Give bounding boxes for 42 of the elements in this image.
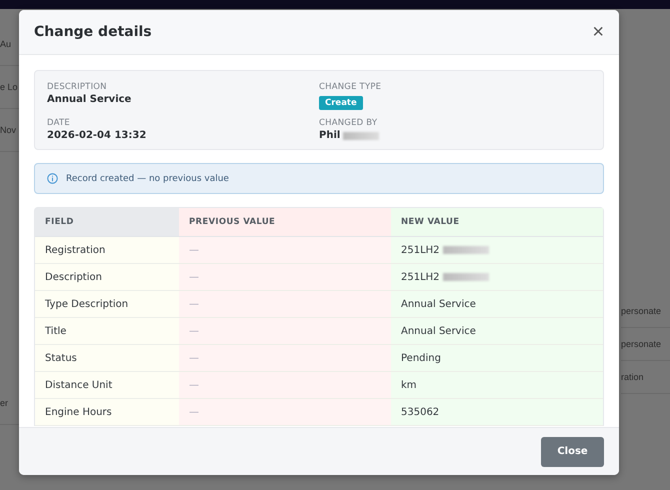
column-header: PREVIOUS VALUE [179,208,391,237]
close-button[interactable]: Close [541,436,604,466]
field-value: Phil [319,130,340,141]
table-cell: Pending [401,352,441,364]
table-cell: Status [35,345,179,372]
table-cell: km [401,380,417,390]
field-value: Annual Service [47,94,132,105]
table-cell: — [179,372,391,399]
table-cell: 251LH2 [401,244,440,256]
table-cell: — [179,345,391,372]
redaction-mark [343,132,380,140]
table-cell: Annual Service [401,326,476,336]
column-header: FIELD [35,208,179,237]
background-text: personate [621,295,670,328]
table-cell: — [179,291,391,318]
field-label: CHANGED BY [319,118,378,128]
redaction-mark [442,273,489,281]
table-cell: Distance Unit [35,372,179,399]
table-cell: Annual Service [401,298,476,310]
table-cell: 251LH2 [401,272,440,282]
field-label: DESCRIPTION [47,82,108,92]
field-label: DATE [47,118,71,128]
table-cell: — [179,264,391,291]
table-cell: — [179,237,391,264]
table-cell: 535062 [401,406,440,418]
redaction-mark [442,246,489,254]
table-cell: Type Description [35,291,179,318]
alert-text: Record created — no previous value [66,174,229,184]
table-cell: — [179,318,391,345]
table-cell: Title [35,318,179,345]
table-cell: Engine Hours [35,399,179,426]
field-label: CHANGE TYPE [319,82,382,92]
column-header: NEW VALUE [391,208,603,237]
table-cell: — [179,399,391,426]
background-text: personate [621,328,670,361]
table-cell: Registration [35,237,179,264]
dialog-title: Change details [34,24,152,40]
background-text: ration [621,361,670,394]
field-value: 2026-02-04 13:32 [47,130,146,141]
info-icon [47,173,58,184]
change-type-badge: Create [319,96,363,110]
table-cell: Description [35,264,179,291]
